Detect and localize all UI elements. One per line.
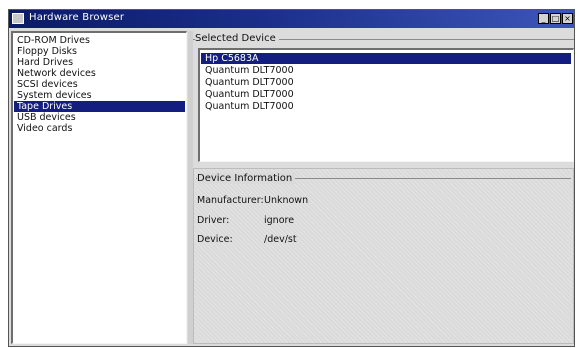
- device-information-label: Device Information: [197, 173, 296, 184]
- device-item-quantum-dlt7000-4[interactable]: Quantum DLT7000: [201, 101, 571, 112]
- device-list[interactable]: Hp C5683A Quantum DLT7000 Quantum DLT700…: [198, 48, 574, 162]
- manufacturer-value: Unknown: [264, 195, 309, 206]
- device-item-quantum-dlt7000-1[interactable]: Quantum DLT7000: [201, 65, 571, 76]
- category-item-usb-devices[interactable]: USB devices: [14, 112, 185, 123]
- device-label: Device:: [197, 234, 233, 245]
- category-item-scsi-devices[interactable]: SCSI devices: [14, 79, 185, 90]
- close-button[interactable]: ×: [562, 13, 573, 24]
- maximize-button[interactable]: □: [550, 13, 561, 24]
- device-item-quantum-dlt7000-2[interactable]: Quantum DLT7000: [201, 77, 571, 88]
- category-item-cdrom-drives[interactable]: CD-ROM Drives: [14, 35, 185, 46]
- category-item-floppy-disks[interactable]: Floppy Disks: [14, 46, 185, 57]
- device-value: /dev/st: [264, 234, 297, 245]
- device-information-panel: Device Information Manufacturer: Unknown…: [193, 168, 574, 344]
- minimize-button[interactable]: _: [538, 13, 549, 24]
- app-icon: [12, 13, 24, 24]
- device-item-hp-c5683a[interactable]: Hp C5683A: [201, 53, 571, 64]
- window-title: Hardware Browser: [29, 12, 125, 23]
- device-item-quantum-dlt7000-3[interactable]: Quantum DLT7000: [201, 89, 571, 100]
- category-item-tape-drives[interactable]: Tape Drives: [14, 101, 185, 112]
- category-item-hard-drives[interactable]: Hard Drives: [14, 57, 185, 68]
- title-bar[interactable]: Hardware Browser _ □ ×: [9, 10, 574, 28]
- category-item-video-cards[interactable]: Video cards: [14, 123, 185, 134]
- manufacturer-label: Manufacturer:: [197, 195, 264, 206]
- hardware-browser-window: Hardware Browser _ □ × CD-ROM Drives Flo…: [8, 9, 575, 347]
- driver-value: ignore: [264, 215, 295, 226]
- driver-label: Driver:: [197, 215, 230, 226]
- selected-device-label: Selected Device: [195, 33, 279, 44]
- category-item-system-devices[interactable]: System devices: [14, 90, 185, 101]
- category-list[interactable]: CD-ROM Drives Floppy Disks Hard Drives N…: [11, 31, 187, 344]
- category-item-network-devices[interactable]: Network devices: [14, 68, 185, 79]
